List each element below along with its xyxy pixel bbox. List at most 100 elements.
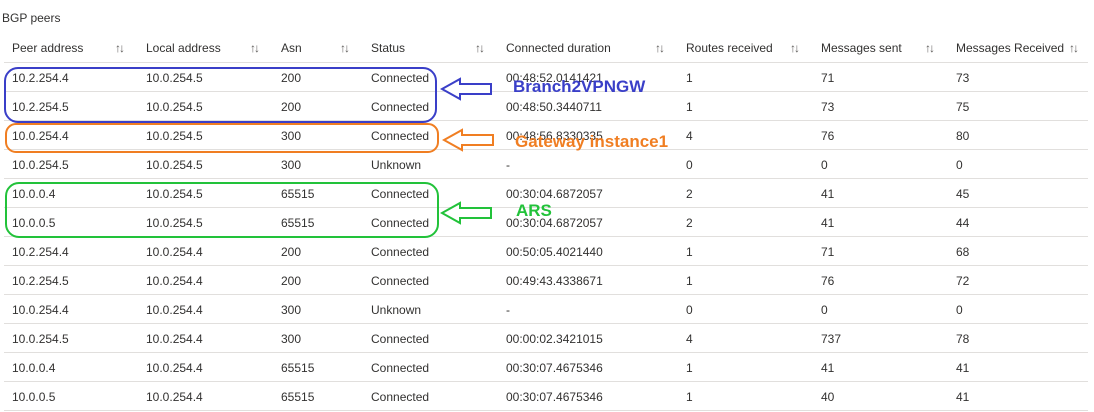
cell-status: Connected <box>371 71 430 85</box>
sort-arrows-icon[interactable]: ↑↓ <box>1069 36 1079 62</box>
cell-messages-received: 0 <box>956 303 963 317</box>
cell-local-address: 10.0.254.5 <box>146 100 203 114</box>
cell-peer-address: 10.0.0.4 <box>12 187 56 201</box>
cell-status: Connected <box>371 187 430 201</box>
sort-arrows-icon[interactable]: ↑↓ <box>115 36 125 62</box>
table-row[interactable]: 10.0.0.5 10.0.254.4 65515 Connected 00:30:07… <box>4 382 1088 411</box>
table-row[interactable]: 10.2.254.4 10.0.254.4 200 Connected 00:50:05… <box>4 237 1088 266</box>
cell-asn: 200 <box>281 100 302 114</box>
cell-routes-received: 0 <box>686 303 693 317</box>
cell-messages-received: 68 <box>956 245 970 259</box>
cell-routes-received: 4 <box>686 332 693 346</box>
table-body: 10.2.254.4 10.0.254.5 200 Connected 00:48:52… <box>4 63 1088 411</box>
cell-messages-sent: 0 <box>821 158 828 172</box>
cell-asn: 200 <box>281 71 302 85</box>
annotation-label-gateway-instance1: Gateway instance1 <box>515 132 669 151</box>
cell-asn: 200 <box>281 245 302 259</box>
sort-arrows-icon[interactable]: ↑↓ <box>655 36 665 62</box>
cell-messages-received: 78 <box>956 332 970 346</box>
cell-local-address: 10.0.254.4 <box>146 245 203 259</box>
cell-local-address: 10.0.254.4 <box>146 390 203 404</box>
cell-routes-received: 1 <box>686 100 693 114</box>
cell-peer-address: 10.0.0.5 <box>12 390 56 404</box>
cell-routes-received: 2 <box>686 187 693 201</box>
table-row[interactable]: 10.0.254.5 10.0.254.5 300 Unknown - 0 0 0 <box>4 150 1088 179</box>
cell-asn: 65515 <box>281 390 315 404</box>
cell-messages-received: 45 <box>956 187 970 201</box>
cell-routes-received: 1 <box>686 274 693 288</box>
column-header-messages-received[interactable]: Messages Received <box>956 36 1064 62</box>
cell-local-address: 10.0.254.5 <box>146 158 203 172</box>
sort-arrows-icon[interactable]: ↑↓ <box>250 36 260 62</box>
table-header: Peer address ↑↓ Local address ↑↓ Asn ↑↓ Status… <box>4 36 1088 63</box>
cell-peer-address: 10.0.254.4 <box>12 129 69 143</box>
cell-status: Connected <box>371 361 430 375</box>
cell-local-address: 10.0.254.5 <box>146 129 203 143</box>
cell-messages-sent: 40 <box>821 390 835 404</box>
cell-messages-received: 44 <box>956 216 970 230</box>
cell-peer-address: 10.2.254.4 <box>12 71 69 85</box>
cell-asn: 65515 <box>281 216 315 230</box>
table-row[interactable]: 10.0.254.4 10.0.254.4 300 Unknown - 0 0 0 <box>4 295 1088 324</box>
cell-messages-sent: 73 <box>821 100 835 114</box>
cell-peer-address: 10.2.254.5 <box>12 274 69 288</box>
cell-messages-received: 0 <box>956 158 963 172</box>
column-header-status[interactable]: Status <box>371 36 405 62</box>
cell-local-address: 10.0.254.5 <box>146 71 203 85</box>
cell-peer-address: 10.0.254.5 <box>12 332 69 346</box>
column-header-peer-address[interactable]: Peer address <box>12 36 83 62</box>
cell-messages-sent: 71 <box>821 245 835 259</box>
cell-routes-received: 0 <box>686 158 693 172</box>
cell-routes-received: 1 <box>686 71 693 85</box>
cell-routes-received: 1 <box>686 361 693 375</box>
column-header-messages-sent[interactable]: Messages sent <box>821 36 902 62</box>
sort-arrows-icon[interactable]: ↑↓ <box>925 36 935 62</box>
sort-arrows-icon[interactable]: ↑↓ <box>340 36 350 62</box>
cell-connected-duration: 00:00:02.3421015 <box>506 332 603 346</box>
cell-messages-sent: 76 <box>821 129 835 143</box>
column-header-connected-duration[interactable]: Connected duration <box>506 36 611 62</box>
cell-local-address: 10.0.254.4 <box>146 274 203 288</box>
cell-asn: 300 <box>281 158 302 172</box>
cell-status: Connected <box>371 332 430 346</box>
cell-peer-address: 10.0.254.4 <box>12 303 69 317</box>
cell-status: Connected <box>371 390 430 404</box>
annotation-label-ars: ARS <box>516 201 552 220</box>
cell-messages-received: 72 <box>956 274 970 288</box>
table-row[interactable]: 10.0.254.5 10.0.254.4 300 Connected 00:00:02… <box>4 324 1088 353</box>
column-header-asn[interactable]: Asn <box>281 36 302 62</box>
cell-peer-address: 10.0.0.5 <box>12 216 56 230</box>
cell-status: Connected <box>371 216 430 230</box>
cell-messages-sent: 41 <box>821 216 835 230</box>
table-row[interactable]: 10.0.0.4 10.0.254.4 65515 Connected 00:30:07… <box>4 353 1088 382</box>
column-header-local-address[interactable]: Local address <box>146 36 221 62</box>
cell-asn: 200 <box>281 274 302 288</box>
cell-messages-sent: 0 <box>821 303 828 317</box>
cell-connected-duration: - <box>506 303 510 317</box>
cell-asn: 65515 <box>281 361 315 375</box>
cell-routes-received: 1 <box>686 245 693 259</box>
cell-asn: 300 <box>281 129 302 143</box>
cell-messages-received: 75 <box>956 100 970 114</box>
cell-connected-duration: 00:30:07.4675346 <box>506 361 603 375</box>
table-row[interactable]: 10.2.254.5 10.0.254.4 200 Connected 00:49:43… <box>4 266 1088 295</box>
cell-peer-address: 10.0.254.5 <box>12 158 69 172</box>
cell-messages-sent: 41 <box>821 361 835 375</box>
sort-arrows-icon[interactable]: ↑↓ <box>475 36 485 62</box>
cell-connected-duration: - <box>506 158 510 172</box>
cell-asn: 300 <box>281 303 302 317</box>
cell-peer-address: 10.0.0.4 <box>12 361 56 375</box>
cell-messages-received: 80 <box>956 129 970 143</box>
cell-asn: 65515 <box>281 187 315 201</box>
cell-local-address: 10.0.254.5 <box>146 216 203 230</box>
cell-messages-sent: 737 <box>821 332 842 346</box>
cell-peer-address: 10.2.254.4 <box>12 245 69 259</box>
cell-status: Connected <box>371 129 430 143</box>
cell-status: Unknown <box>371 158 422 172</box>
sort-arrows-icon[interactable]: ↑↓ <box>790 36 800 62</box>
cell-routes-received: 4 <box>686 129 693 143</box>
cell-messages-sent: 41 <box>821 187 835 201</box>
cell-local-address: 10.0.254.4 <box>146 361 203 375</box>
cell-connected-duration: 00:30:07.4675346 <box>506 390 603 404</box>
column-header-routes-received[interactable]: Routes received <box>686 36 773 62</box>
